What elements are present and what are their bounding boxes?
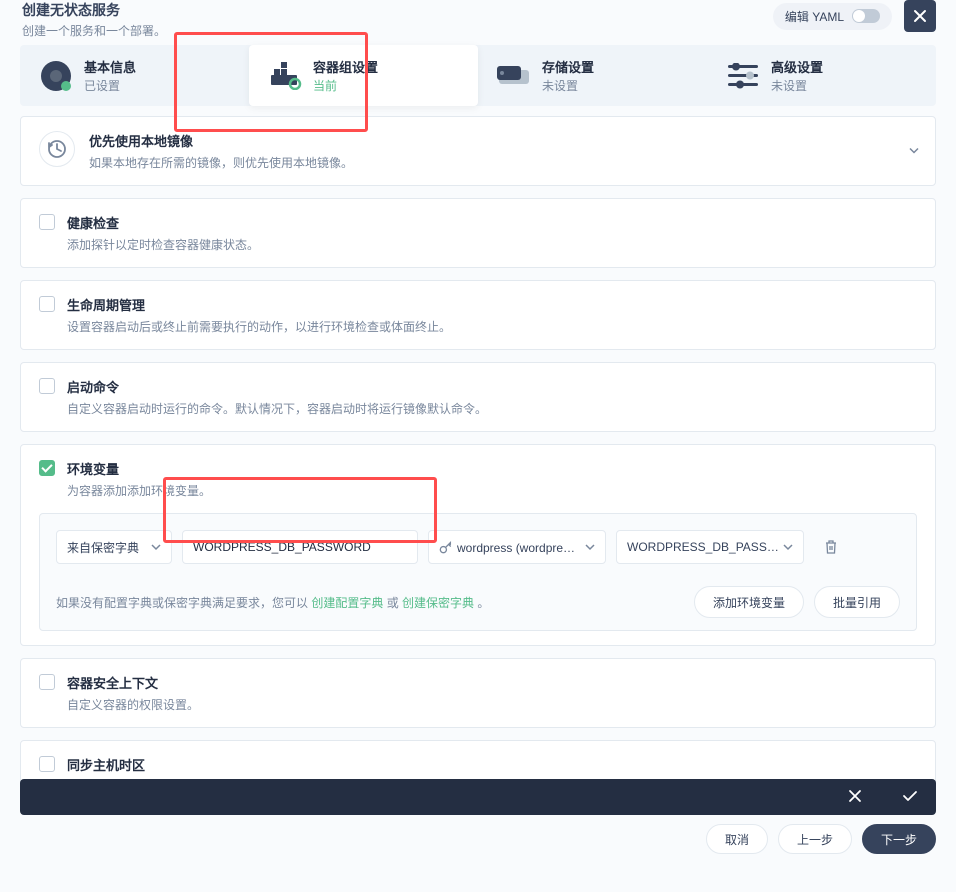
checkbox-health[interactable]: [39, 214, 55, 230]
env-name-field[interactable]: [193, 540, 407, 554]
section-desc: 如果本地存在所需的镜像，则优先使用本地镜像。: [89, 154, 917, 171]
key-icon: [439, 540, 453, 554]
footer: 取消 上一步 下一步: [20, 819, 936, 859]
section-env-vars: 环境变量 为容器添加添加环境变量。 来自保密字典 wordpress (word…: [20, 444, 936, 646]
chevron-down-icon: [151, 542, 161, 552]
env-content: 来自保密字典 wordpress (wordpress字 WORDPRESS_D…: [39, 513, 917, 631]
section-title: 启动命令: [67, 377, 917, 396]
env-secret-select[interactable]: wordpress (wordpress字: [428, 530, 606, 564]
tab-title: 存储设置: [542, 57, 594, 76]
close-icon: [848, 789, 862, 803]
section-startup-cmd: 启动命令 自定义容器启动时运行的命令。默认情况下，容器启动时将运行镜像默认命令。: [20, 362, 936, 432]
container-icon: [267, 58, 303, 94]
checkbox-security[interactable]: [39, 674, 55, 690]
env-key-select[interactable]: WORDPRESS_DB_PASSWO: [616, 530, 804, 564]
step-tabs: 基本信息 已设置 容器组设置 当前 存储设置 未设置 高级设置 未设置: [20, 45, 936, 106]
section-desc: 自定义容器启动时运行的命令。默认情况下，容器启动时将运行镜像默认命令。: [67, 400, 917, 417]
chevron-down-icon: [783, 542, 793, 552]
env-key-value: WORDPRESS_DB_PASSWO: [627, 540, 783, 554]
section-title: 同步主机时区: [67, 755, 917, 774]
env-source-value: 来自保密字典: [67, 539, 139, 556]
section-security-context: 容器安全上下文 自定义容器的权限设置。: [20, 658, 936, 728]
section-title: 优先使用本地镜像: [89, 131, 917, 150]
tab-status: 未设置: [771, 77, 823, 94]
section-desc: 为容器添加添加环境变量。: [67, 482, 917, 499]
tab-title: 容器组设置: [313, 57, 378, 76]
chevron-down-icon: [909, 146, 919, 156]
section-title: 环境变量: [67, 459, 917, 478]
add-env-var-button[interactable]: 添加环境变量: [694, 586, 804, 618]
header-right: 编辑 YAML: [773, 0, 936, 32]
header: 创建无状态服务 创建一个服务和一个部署。 编辑 YAML: [0, 0, 956, 45]
checkbox-lifecycle[interactable]: [39, 296, 55, 312]
hint-suffix: 。: [477, 596, 489, 610]
section-desc: 设置容器启动后或终止前需要执行的动作，以进行环境检查或体面终止。: [67, 318, 917, 335]
section-title: 健康检查: [67, 213, 917, 232]
tab-status: 未设置: [542, 77, 594, 94]
content: 优先使用本地镜像 如果本地存在所需的镜像，则优先使用本地镜像。 健康检查 添加探…: [0, 116, 956, 892]
check-icon: [902, 788, 918, 804]
tab-title: 基本信息: [84, 57, 136, 76]
tab-title: 高级设置: [771, 57, 823, 76]
validation-bar: [20, 779, 936, 815]
tab-pod-settings[interactable]: 容器组设置 当前: [249, 45, 478, 106]
tab-advanced-settings[interactable]: 高级设置 未设置: [707, 45, 936, 106]
section-title: 生命周期管理: [67, 295, 917, 314]
tab-status: 当前: [313, 77, 378, 94]
tab-basic-info[interactable]: 基本信息 已设置: [20, 45, 249, 106]
env-secret-value: wordpress (wordpress字: [457, 539, 581, 556]
close-button[interactable]: [904, 0, 936, 32]
next-button[interactable]: 下一步: [862, 824, 936, 854]
hint-prefix: 如果没有配置字典或保密字典满足要求，您可以: [56, 596, 311, 610]
page-title: 创建无状态服务: [22, 0, 166, 20]
validation-confirm-button[interactable]: [902, 788, 918, 807]
history-icon: [39, 131, 75, 167]
tab-storage-settings[interactable]: 存储设置 未设置: [478, 45, 707, 106]
hint-sep: 或: [387, 596, 402, 610]
validation-close-button[interactable]: [848, 789, 862, 806]
env-source-select[interactable]: 来自保密字典: [56, 530, 172, 564]
section-lifecycle: 生命周期管理 设置容器启动后或终止前需要执行的动作，以进行环境检查或体面终止。: [20, 280, 936, 350]
checkbox-env[interactable]: [39, 460, 55, 476]
batch-reference-button[interactable]: 批量引用: [814, 586, 900, 618]
toggle-icon: [852, 9, 880, 23]
close-icon: [912, 8, 928, 24]
prev-button[interactable]: 上一步: [778, 824, 852, 854]
env-row: 来自保密字典 wordpress (wordpress字 WORDPRESS_D…: [56, 530, 900, 564]
header-left: 创建无状态服务 创建一个服务和一个部署。: [22, 0, 166, 39]
edit-yaml-label: 编辑 YAML: [785, 8, 844, 25]
tab-status: 已设置: [84, 77, 136, 94]
edit-yaml-toggle[interactable]: 编辑 YAML: [773, 3, 892, 30]
section-desc: 添加探针以定时检查容器健康状态。: [67, 236, 917, 253]
checkbox-timezone[interactable]: [39, 756, 55, 772]
page-subtitle: 创建一个服务和一个部署。: [22, 22, 166, 39]
link-create-secret[interactable]: 创建保密字典: [402, 596, 474, 610]
env-name-input[interactable]: [182, 530, 418, 564]
env-delete-button[interactable]: [814, 530, 848, 564]
section-health-check: 健康检查 添加探针以定时检查容器健康状态。: [20, 198, 936, 268]
env-hint: 如果没有配置字典或保密字典满足要求，您可以 创建配置字典 或 创建保密字典 。 …: [56, 586, 900, 618]
chevron-down-icon: [585, 542, 595, 552]
trash-icon: [823, 539, 839, 555]
section-local-image: 优先使用本地镜像 如果本地存在所需的镜像，则优先使用本地镜像。: [20, 116, 936, 186]
checkbox-startup[interactable]: [39, 378, 55, 394]
cancel-button[interactable]: 取消: [706, 824, 768, 854]
circle-icon: [38, 58, 74, 94]
section-desc: 自定义容器的权限设置。: [67, 696, 917, 713]
storage-icon: [496, 58, 532, 94]
link-create-configmap[interactable]: 创建配置字典: [311, 596, 383, 610]
expand-button[interactable]: [909, 144, 919, 159]
section-title: 容器安全上下文: [67, 673, 917, 692]
sliders-icon: [725, 58, 761, 94]
